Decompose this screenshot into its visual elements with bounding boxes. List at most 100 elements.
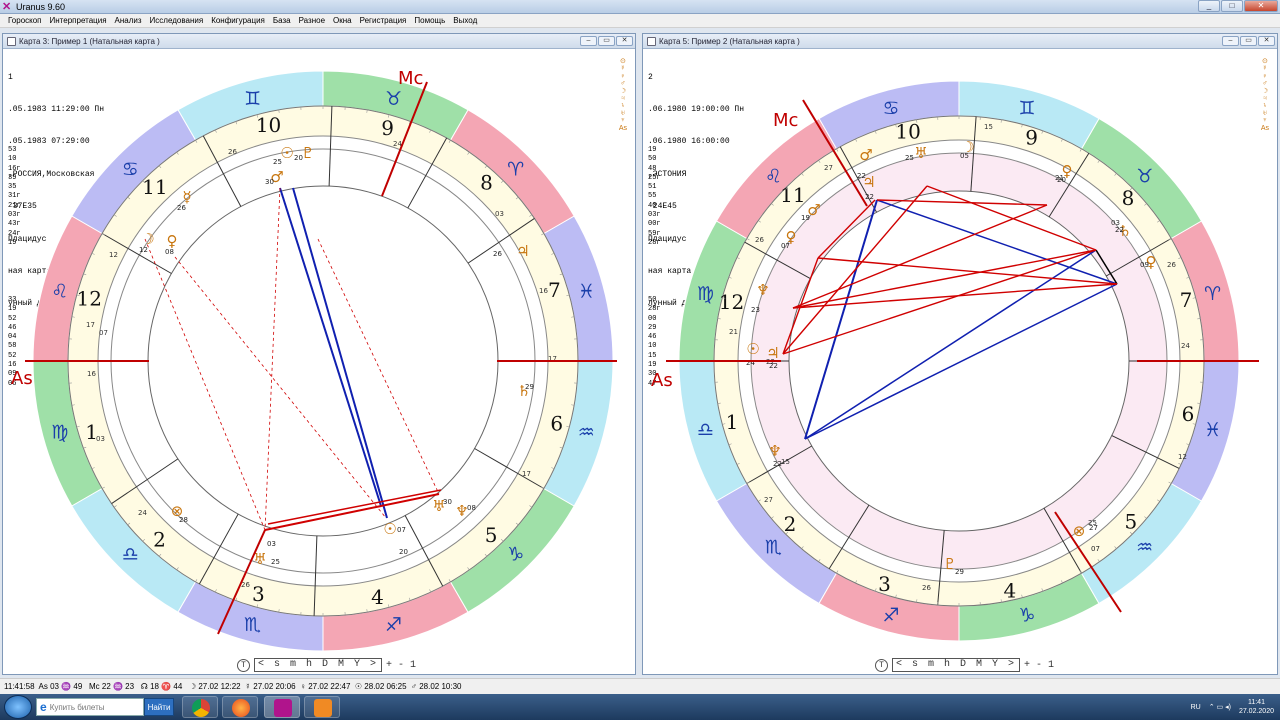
planet-degree-label: 20: [1057, 176, 1066, 184]
menu-registration[interactable]: Регистрация: [356, 14, 411, 28]
house-number: 7: [548, 278, 561, 302]
natal-chart-wheel-1[interactable]: ♌ ♍ ♎ ♏ ♐ ♑ ♒ ♓ ♈ ♉ ♊ ♋ 12 3 4 5 6 7 8 9 10 11 12 16 03 24 26 17 17 1…: [3, 34, 635, 658]
house-number: 5: [1125, 509, 1138, 533]
planet-glyph: ♃: [516, 242, 529, 260]
zodiac-sign-glyph: ♉: [385, 88, 402, 110]
house-number: 12: [719, 290, 744, 314]
time-scale-selector[interactable]: < s m h D M Y >: [892, 658, 1021, 672]
firefox-icon: [232, 699, 250, 717]
zodiac-sign-glyph: ♍: [51, 422, 68, 444]
planet-degree-label: 19: [801, 214, 810, 222]
menu-horoscope[interactable]: Гороскоп: [4, 14, 46, 28]
planet-glyph: ♆: [756, 281, 769, 299]
menu-research[interactable]: Исследования: [146, 14, 208, 28]
house-number: 8: [1122, 186, 1135, 210]
taskbar-chrome[interactable]: [182, 696, 218, 718]
menu-misc[interactable]: Разное: [295, 14, 329, 28]
house-number: 9: [381, 116, 394, 140]
planet-degree-label: 25: [273, 158, 282, 166]
menu-analysis[interactable]: Анализ: [111, 14, 146, 28]
house-number: 5: [485, 523, 498, 547]
orange-app-icon: [314, 699, 332, 717]
zodiac-sign-glyph: ♑: [507, 544, 524, 566]
aspect-circle: [147, 185, 499, 537]
planet-degree-label: 20: [294, 154, 303, 162]
maximize-button[interactable]: □: [1221, 0, 1243, 12]
house-number: 6: [1182, 402, 1195, 426]
midheaven-label: Mc: [398, 68, 423, 89]
uranus-app-icon: ✕: [2, 1, 12, 13]
taskbar-uranus[interactable]: [264, 696, 300, 718]
time-step-control[interactable]: + - 1: [1024, 660, 1054, 671]
zodiac-sign-glyph: ♈: [1204, 283, 1221, 305]
tray-icons[interactable]: ⌃ ▭ ◂): [1209, 703, 1231, 711]
planet-degree-label: 08: [467, 504, 476, 512]
planet-degree-label: 03: [267, 540, 276, 548]
planet-glyph: ♂: [859, 146, 872, 164]
uranus-icon: [274, 699, 292, 717]
language-indicator[interactable]: RU: [1191, 704, 1201, 711]
house-number: 2: [784, 512, 797, 536]
planet-degree-label: 22: [857, 172, 866, 180]
menu-database[interactable]: База: [269, 14, 295, 28]
house-number: 3: [252, 582, 265, 606]
planet-glyph: ☉: [746, 340, 759, 358]
planet-degree-label: 20: [399, 548, 408, 556]
planet-degree-label: 12: [139, 246, 148, 254]
zodiac-sign-glyph: ♓: [1204, 419, 1221, 441]
menu-interpretation[interactable]: Интерпретация: [46, 14, 111, 28]
search-input[interactable]: [49, 702, 130, 712]
planet-glyph: ♅: [914, 144, 927, 162]
time-scale-selector[interactable]: < s m h D M Y >: [254, 658, 383, 672]
time-icon[interactable]: T: [237, 658, 250, 672]
cusp-degree-label: 12: [109, 251, 118, 259]
planet-degree-label: 26: [493, 250, 502, 258]
zodiac-sign-glyph: ♎: [122, 544, 139, 566]
planet-degree-label: 27: [1089, 524, 1098, 532]
taskbar-app[interactable]: [304, 696, 340, 718]
cusp-degree-label: 03: [495, 210, 504, 218]
zodiac-sign-glyph: ♌: [51, 280, 68, 302]
natal-chart-wheel-2[interactable]: ♍♎♏♐ ♑♒♓♈♉♊♋♌123 4567891011121527262512242…: [643, 34, 1277, 658]
cusp-degree-label: 24: [1181, 342, 1190, 350]
close-button[interactable]: ✕: [1244, 0, 1278, 12]
cusp-degree-label: 03: [96, 435, 105, 443]
start-button[interactable]: [4, 695, 32, 719]
cusp-degree-label: 26: [1167, 261, 1176, 269]
cusp-degree-label: 15: [984, 123, 993, 131]
house-number: 3: [878, 572, 891, 596]
midheaven-label: Mc: [773, 110, 798, 131]
menu-windows[interactable]: Окна: [329, 14, 356, 28]
system-tray: RU ⌃ ▭ ◂) 11:41 27.02.2020: [1191, 696, 1274, 718]
menu-help[interactable]: Помощь: [410, 14, 449, 28]
planet-degree-label: 22: [773, 460, 782, 468]
app-titlebar: ✕ Uranus 9.60 _ □ ✕: [0, 0, 1280, 14]
minimize-button[interactable]: _: [1198, 0, 1220, 12]
planet-degree-label: 30: [443, 498, 452, 506]
house-number: 10: [256, 113, 281, 137]
taskbar-firefox[interactable]: [222, 696, 258, 718]
windows-taskbar: e Найти RU ⌃ ▭ ◂) 11:41 27.02.2020: [0, 694, 1280, 720]
zodiac-sign-glyph: ♋: [883, 97, 900, 119]
zodiac-sign-glyph: ♈: [507, 158, 524, 180]
menu-configuration[interactable]: Конфигурация: [207, 14, 269, 28]
browser-search-box: e: [36, 698, 144, 716]
planet-degree-label: 22: [865, 193, 874, 201]
time-icon[interactable]: T: [875, 658, 888, 672]
cusp-degree-label: 26: [922, 584, 931, 592]
time-step-bar: T < s m h D M Y > + - 1: [875, 658, 1054, 672]
search-find-button[interactable]: Найти: [144, 698, 174, 716]
house-number: 12: [77, 286, 102, 310]
time-step-control[interactable]: + - 1: [386, 660, 416, 671]
cusp-degree-label: 16: [539, 287, 548, 295]
zodiac-sign-glyph: ♊: [1018, 97, 1035, 119]
clock[interactable]: 11:41 27.02.2020: [1239, 698, 1274, 716]
house-number: 11: [142, 175, 167, 199]
house-number: 2: [153, 527, 166, 551]
menu-exit[interactable]: Выход: [449, 14, 481, 28]
planet-degree-label: 23: [751, 306, 760, 314]
zodiac-sign-glyph: ♎: [697, 419, 714, 441]
cusp-degree-label: 17: [86, 321, 95, 329]
chrome-icon: [192, 699, 210, 717]
cusp-degree-label: 27: [764, 496, 773, 504]
